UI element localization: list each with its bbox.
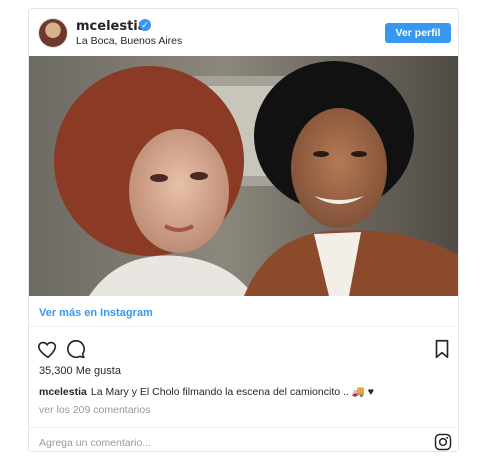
post-photo[interactable] — [29, 56, 458, 296]
post-header: mcelestia ✓ La Boca, Buenos Aires Ver pe… — [29, 9, 458, 57]
bookmark-icon[interactable] — [431, 338, 453, 360]
avatar[interactable] — [39, 19, 67, 47]
instagram-embed-card: mcelestia ✓ La Boca, Buenos Aires Ver pe… — [28, 8, 459, 452]
divider — [29, 427, 458, 428]
location-label[interactable]: La Boca, Buenos Aires — [76, 35, 182, 47]
heart-icon[interactable] — [37, 338, 59, 360]
caption-username[interactable]: mcelestia — [39, 386, 87, 398]
divider — [29, 326, 458, 327]
username[interactable]: mcelestia — [76, 19, 147, 34]
instagram-icon[interactable] — [434, 433, 452, 451]
comment-icon[interactable] — [65, 338, 87, 360]
caption: mcelestia La Mary y El Cholo filmando la … — [39, 385, 374, 398]
view-more-on-instagram-link[interactable]: Ver más en Instagram — [39, 307, 153, 319]
caption-text: La Mary y El Cholo filmando la escena de… — [90, 386, 374, 398]
view-profile-button[interactable]: Ver perfil — [385, 23, 451, 43]
view-comments-link[interactable]: ver los 209 comentarios — [39, 404, 150, 416]
likes-count[interactable]: 35,300 Me gusta — [39, 365, 121, 377]
verified-badge-icon: ✓ — [139, 19, 151, 31]
comment-input[interactable]: Agrega un comentario... — [39, 437, 151, 449]
